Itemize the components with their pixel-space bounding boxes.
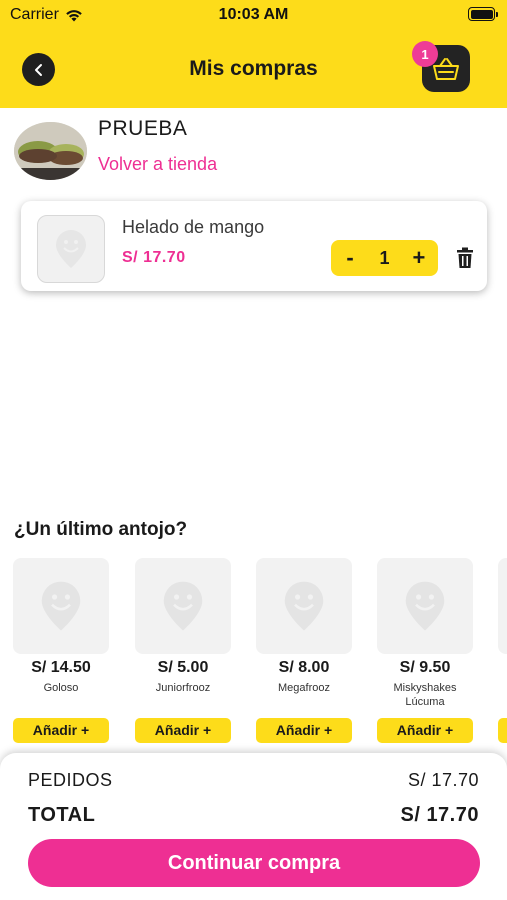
product-name: Miskyshakes Lúcuma: [393, 682, 457, 708]
smiley-pin-icon: [405, 581, 445, 631]
smiley-pin-icon: [56, 230, 86, 268]
decrement-button[interactable]: -: [341, 247, 359, 269]
status-bar: Carrier 10:03 AM: [0, 0, 507, 32]
smiley-pin-icon: [163, 581, 203, 631]
item-price: S/ 17.70: [122, 249, 186, 266]
increment-button[interactable]: +: [410, 247, 428, 269]
product-card[interactable]: S/ 14.50 Goloso Añadir +: [13, 558, 109, 748]
product-image-placeholder: [256, 558, 352, 654]
cart-item-card: Helado de mango S/ 17.70 - 1 +: [21, 201, 487, 291]
clock: 10:03 AM: [218, 6, 289, 23]
trash-icon: [457, 247, 473, 268]
add-product-button[interactable]: Añadir +: [13, 718, 109, 743]
quantity-stepper: - 1 +: [331, 240, 438, 276]
add-product-button[interactable]: Añadir +: [256, 718, 352, 743]
back-to-store-link[interactable]: Volver a tienda: [98, 154, 217, 175]
product-name: Megafrooz: [278, 682, 330, 694]
product-card[interactable]: S/ 9.50 Miskyshakes Lúcuma Añadir +: [377, 558, 473, 748]
item-image-placeholder: [37, 215, 105, 283]
suggestions-carousel[interactable]: S/ 14.50 Goloso Añadir + S/ 5.00 Juniorf…: [0, 558, 507, 748]
order-summary-panel: PEDIDOS S/ 17.70 TOTAL S/ 17.70 Continua…: [0, 753, 507, 900]
product-name: Goloso: [43, 682, 79, 694]
quantity-value: 1: [379, 247, 390, 268]
product-price: S/ 14.50: [31, 659, 91, 676]
product-card-partial[interactable]: [498, 558, 507, 748]
store-photo: [14, 122, 87, 180]
product-price: S/ 8.00: [278, 659, 330, 676]
product-price: S/ 5.00: [157, 659, 209, 676]
store-name: PRUEBA: [98, 117, 188, 140]
smiley-pin-icon: [284, 581, 324, 631]
smiley-pin-icon: [41, 581, 81, 631]
product-image-placeholder: [135, 558, 231, 654]
product-card[interactable]: S/ 8.00 Megafrooz Añadir +: [256, 558, 352, 748]
continue-purchase-button[interactable]: Continuar compra: [28, 839, 480, 887]
product-card[interactable]: S/ 5.00 Juniorfrooz Añadir +: [135, 558, 231, 748]
store-image[interactable]: [14, 122, 87, 180]
cart-count-badge: 1: [412, 41, 438, 67]
orders-label: PEDIDOS: [28, 770, 113, 790]
total-label: TOTAL: [28, 804, 96, 826]
product-image-placeholder: [13, 558, 109, 654]
orders-value: S/ 17.70: [407, 770, 479, 790]
product-name: Juniorfrooz: [155, 682, 211, 694]
product-image-placeholder: [377, 558, 473, 654]
product-price: S/ 9.50: [399, 659, 451, 676]
product-image-placeholder: [498, 558, 507, 654]
add-product-button-partial[interactable]: [498, 718, 507, 743]
add-product-button[interactable]: Añadir +: [135, 718, 231, 743]
item-name: Helado de mango: [122, 217, 265, 237]
add-product-button[interactable]: Añadir +: [377, 718, 473, 743]
suggestions-title: ¿Un último antojo?: [14, 519, 188, 540]
total-value: S/ 17.70: [400, 804, 479, 826]
app-header: Carrier 10:03 AM Mis compras 1: [0, 0, 507, 108]
delete-item-button[interactable]: [455, 247, 477, 271]
battery-icon: [468, 7, 498, 21]
